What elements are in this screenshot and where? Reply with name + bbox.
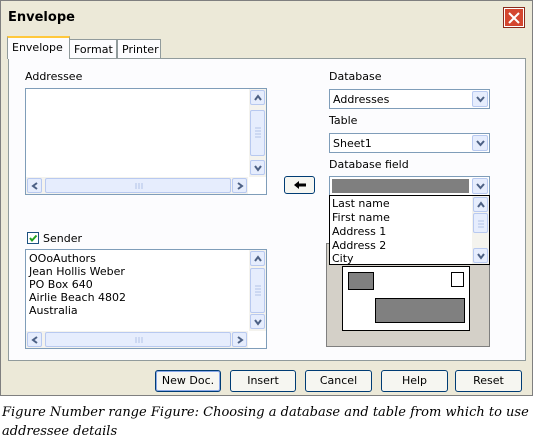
addressee-horizontal-scrollbar[interactable] — [26, 177, 248, 194]
stamp-preview — [451, 272, 464, 287]
dropdown-vertical-scrollbar[interactable] — [472, 196, 489, 264]
chevron-left-icon — [31, 336, 38, 344]
cancel-button[interactable]: Cancel — [305, 370, 372, 392]
chevron-right-icon — [237, 182, 244, 190]
title-bar: Envelope — [1, 1, 532, 34]
scroll-down-button[interactable] — [250, 314, 265, 329]
scroll-down-button[interactable] — [473, 248, 488, 263]
help-button[interactable]: Help — [381, 370, 448, 392]
scroll-up-button[interactable] — [473, 197, 488, 212]
sender-checkbox[interactable] — [27, 232, 39, 244]
sender-label: Sender — [43, 232, 82, 245]
scroll-left-button[interactable] — [27, 178, 42, 193]
sender-line: Australia — [29, 304, 78, 317]
scroll-thumb[interactable] — [250, 110, 265, 156]
grip-icon — [478, 220, 484, 228]
dropdown-option[interactable]: City — [332, 253, 354, 264]
tab-format[interactable]: Format — [69, 39, 117, 58]
database-dropdown-button[interactable] — [472, 91, 488, 107]
dropdown-option[interactable]: Address 1 — [332, 225, 386, 239]
database-value: Addresses — [333, 93, 390, 106]
new-doc-button[interactable]: New Doc. — [155, 370, 221, 392]
dropdown-option[interactable]: Last name — [332, 197, 390, 211]
grip-icon — [135, 183, 143, 189]
sender-text: OOoAuthors Jean Hollis Weber PO Box 640 … — [29, 252, 126, 317]
scroll-up-button[interactable] — [250, 251, 265, 266]
chevron-down-icon — [476, 140, 485, 147]
envelope-dialog: Envelope Envelope Format Printer Address… — [0, 0, 533, 396]
chevron-down-icon — [476, 96, 485, 103]
table-label: Table — [329, 114, 358, 127]
insert-button[interactable]: Insert — [230, 370, 296, 392]
insert-field-button[interactable] — [284, 176, 315, 194]
tab-printer-label: Printer — [122, 43, 159, 56]
chevron-up-icon — [477, 201, 485, 208]
grip-icon — [135, 337, 143, 343]
chevron-up-icon — [254, 94, 262, 101]
table-select[interactable]: Sheet1 — [329, 133, 490, 153]
chevron-left-icon — [31, 182, 38, 190]
tab-printer[interactable]: Printer — [117, 39, 161, 58]
sender-horizontal-scrollbar[interactable] — [26, 331, 248, 348]
envelope-preview — [342, 266, 470, 331]
scroll-thumb[interactable] — [250, 268, 265, 313]
close-button[interactable] — [504, 8, 524, 27]
chevron-down-icon — [254, 165, 262, 172]
addressee-label: Addressee — [25, 70, 83, 83]
reset-button[interactable]: Reset — [455, 370, 522, 392]
scroll-left-button[interactable] — [27, 332, 42, 347]
scroll-thumb[interactable] — [45, 332, 231, 347]
selection-highlight — [332, 179, 469, 193]
chevron-right-icon — [237, 336, 244, 344]
scroll-thumb[interactable] — [473, 213, 488, 233]
table-dropdown-button[interactable] — [472, 135, 488, 151]
database-label: Database — [329, 70, 382, 83]
arrow-left-icon — [293, 181, 306, 189]
window-title: Envelope — [8, 10, 75, 25]
grip-icon — [255, 285, 261, 296]
chevron-up-icon — [254, 255, 262, 262]
sender-vertical-scrollbar[interactable] — [249, 250, 266, 331]
scroll-up-button[interactable] — [250, 90, 265, 105]
close-icon — [508, 12, 520, 24]
dropdown-option[interactable]: First name — [332, 211, 390, 225]
chevron-down-icon — [476, 183, 485, 190]
tab-envelope-label: Envelope — [12, 41, 63, 54]
sender-line: Jean Hollis Weber — [29, 265, 125, 278]
scroll-thumb[interactable] — [45, 178, 231, 193]
addressee-textarea[interactable] — [25, 88, 267, 195]
scroll-right-button[interactable] — [232, 332, 247, 347]
database-field-label: Database field — [329, 158, 409, 171]
sender-line: Airlie Beach 4802 — [29, 291, 127, 304]
database-select[interactable]: Addresses — [329, 89, 490, 109]
addressee-block-preview — [375, 298, 465, 323]
chevron-down-icon — [254, 319, 262, 326]
grip-icon — [255, 127, 261, 138]
database-field-select[interactable] — [329, 176, 490, 196]
database-field-dropdown-list[interactable]: Last name First name Address 1 Address 2… — [329, 195, 490, 265]
sender-line: OOoAuthors — [29, 252, 96, 265]
database-field-dropdown-button[interactable] — [472, 178, 488, 194]
tab-envelope[interactable]: Envelope — [7, 36, 70, 59]
sender-line: PO Box 640 — [29, 278, 93, 291]
sender-textarea[interactable]: OOoAuthors Jean Hollis Weber PO Box 640 … — [25, 249, 267, 349]
table-value: Sheet1 — [333, 137, 372, 150]
sender-block-preview — [348, 272, 374, 290]
chevron-down-icon — [477, 253, 485, 260]
figure-caption: Figure Number range Figure: Choosing a d… — [2, 405, 529, 439]
tab-format-label: Format — [74, 43, 113, 56]
checkmark-icon — [29, 234, 38, 243]
scroll-right-button[interactable] — [232, 178, 247, 193]
addressee-vertical-scrollbar[interactable] — [249, 89, 266, 177]
scroll-down-button[interactable] — [250, 160, 265, 175]
dropdown-option[interactable]: Address 2 — [332, 239, 386, 253]
